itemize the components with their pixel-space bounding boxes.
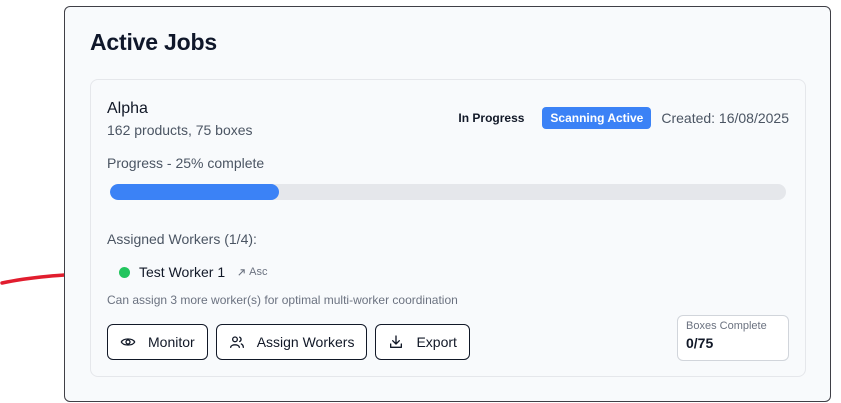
arrow-up-right-icon [238, 268, 245, 276]
assign-hint: Can assign 3 more worker(s) for optimal … [107, 293, 458, 307]
users-icon [229, 336, 244, 348]
monitor-button-label: Monitor [148, 334, 195, 350]
export-button[interactable]: Export [375, 324, 470, 360]
boxes-complete-label: Boxes Complete [686, 320, 767, 332]
job-summary: 162 products, 75 boxes [107, 122, 253, 138]
job-actions: Monitor Assign Workers Export [107, 324, 470, 360]
progress-label: Progress - 25% complete [107, 155, 265, 171]
export-button-label: Export [416, 334, 457, 350]
worker-tag-label: Asc [249, 266, 268, 278]
progress-bar [110, 184, 786, 200]
active-jobs-panel: Active Jobs Alpha 162 products, 75 boxes… [64, 6, 831, 402]
worker-item: Test Worker 1 Asc [119, 264, 267, 280]
boxes-complete-value: 0/75 [686, 335, 714, 351]
progress-fill [110, 184, 279, 200]
worker-status-dot [119, 266, 130, 278]
eye-icon [120, 338, 136, 346]
job-name: Alpha [107, 100, 148, 117]
worker-name: Test Worker 1 [139, 264, 226, 280]
scanning-badge: Scanning Active [542, 107, 652, 129]
assign-workers-button[interactable]: Assign Workers [215, 324, 368, 360]
job-card: Alpha 162 products, 75 boxes In Progress… [90, 79, 806, 377]
status-text: In Progress [458, 111, 525, 125]
boxes-complete-card: Boxes Complete 0/75 [677, 315, 789, 361]
download-icon [390, 335, 403, 348]
monitor-button[interactable]: Monitor [107, 324, 208, 360]
section-title: Active Jobs [90, 29, 217, 55]
created-date: Created: 16/08/2025 [661, 110, 789, 126]
assign-workers-button-label: Assign Workers [256, 334, 355, 350]
job-status-row: In Progress Scanning Active Created: 16/… [458, 107, 789, 129]
worker-tag: Asc [237, 266, 267, 278]
assigned-workers-label: Assigned Workers (1/4): [107, 231, 257, 247]
